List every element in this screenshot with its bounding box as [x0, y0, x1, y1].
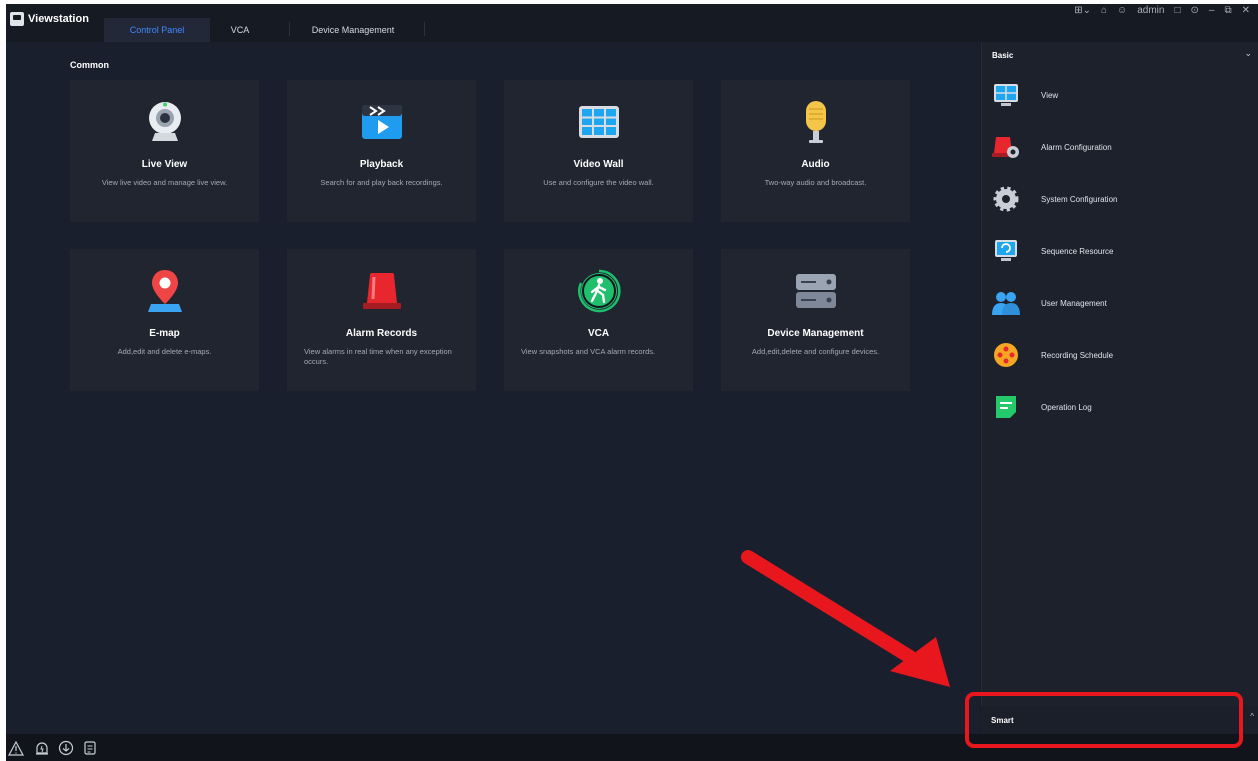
panel-item-label: View: [1041, 90, 1059, 100]
tab-device-management[interactable]: Device Management: [290, 18, 416, 42]
chevron-up-icon[interactable]: ^: [1250, 712, 1254, 721]
top-bar: Viewstation Control Panel VCA Device Man…: [6, 4, 1258, 42]
card-title: VCA: [587, 328, 610, 339]
card-description: Add,edit and delete e-maps.: [117, 347, 212, 356]
app-window: Viewstation Control Panel VCA Device Man…: [6, 4, 1258, 761]
download-icon[interactable]: [58, 740, 74, 756]
log-icon: [990, 391, 1022, 423]
panel-item-label: Operation Log: [1041, 402, 1092, 412]
sequence-icon: [990, 235, 1022, 267]
right-panel: Basic ⌄ View Alarm Configuration System …: [981, 42, 1258, 734]
card-audio[interactable]: Audio Two-way audio and broadcast.: [721, 80, 910, 222]
panel-item-recording-schedule[interactable]: Recording Schedule: [990, 338, 1250, 372]
monitor-icon: [990, 79, 1022, 111]
app-title: Viewstation: [28, 13, 89, 25]
chevron-down-icon[interactable]: ⌄: [1244, 48, 1252, 59]
card-title: Playback: [359, 159, 404, 170]
card-description: Search for and play back recordings.: [320, 178, 443, 187]
warning-icon[interactable]: [8, 740, 24, 756]
tab-control-panel[interactable]: Control Panel: [104, 18, 210, 42]
recording-schedule-icon: [990, 339, 1022, 371]
card-title: Device Management: [767, 328, 864, 339]
annotation-arrow: [741, 550, 950, 687]
restore-icon[interactable]: ⧉: [1224, 5, 1231, 16]
tab-divider: [424, 22, 425, 36]
card-description: View snapshots and VCA alarm records.: [521, 347, 656, 356]
card-title: Live View: [141, 159, 188, 170]
pedestrian-icon: [504, 269, 693, 313]
task-list-icon[interactable]: [82, 740, 98, 756]
window-controls: ⊞⌄ ⌂ ☺ admin □ ⊙ – ⧉ ✕: [1074, 4, 1250, 16]
alarm-config-icon: [990, 131, 1022, 163]
playback-icon: [287, 100, 476, 144]
card-title: Audio: [801, 159, 830, 170]
card-description: Add,edit,delete and configure devices.: [751, 347, 880, 356]
panel-item-label: Recording Schedule: [1041, 350, 1114, 360]
username[interactable]: admin: [1137, 5, 1164, 16]
users-icon: [990, 287, 1022, 319]
close-icon[interactable]: ✕: [1242, 5, 1250, 16]
map-pin-icon: [70, 269, 259, 313]
app-logo-icon: [10, 12, 24, 26]
card-video-wall[interactable]: Video Wall Use and configure the video w…: [504, 80, 693, 222]
layout-icon[interactable]: ⊞⌄: [1074, 5, 1091, 16]
video-wall-icon: [504, 100, 693, 144]
card-title: Video Wall: [573, 159, 624, 170]
card-live-view[interactable]: Live View View live video and manage liv…: [70, 80, 259, 222]
gear-icon: [990, 183, 1022, 215]
card-title: E-map: [149, 328, 180, 339]
user-icon[interactable]: ☺: [1117, 5, 1127, 16]
minimize-icon[interactable]: –: [1209, 5, 1215, 16]
panel-item-label: Sequence Resource: [1041, 246, 1114, 256]
section-title: Common: [70, 60, 109, 70]
panel-item-alarm-configuration[interactable]: Alarm Configuration: [990, 130, 1250, 164]
card-e-map[interactable]: E-map Add,edit and delete e-maps.: [70, 249, 259, 391]
panel-item-view[interactable]: View: [990, 78, 1250, 112]
card-description: View live video and manage live view.: [101, 178, 228, 187]
card-alarm-records[interactable]: Alarm Records View alarms in real time w…: [287, 249, 476, 391]
alarm-light-icon: [287, 269, 476, 313]
tab-vca[interactable]: VCA: [212, 18, 268, 42]
panel-item-label: System Configuration: [1041, 194, 1118, 204]
card-title: Alarm Records: [345, 328, 418, 339]
help-icon[interactable]: ⊙: [1191, 5, 1199, 16]
card-description: View alarms in real time when any except…: [304, 347, 452, 366]
panel-item-label: Alarm Configuration: [1041, 142, 1112, 152]
annotation-highlight-box: [965, 692, 1243, 748]
card-vca[interactable]: VCA View snapshots and VCA alarm records…: [504, 249, 693, 391]
panel-item-system-configuration[interactable]: System Configuration: [990, 182, 1250, 216]
panel-item-label: User Management: [1041, 298, 1107, 308]
shirt-icon[interactable]: ⌂: [1101, 5, 1107, 16]
lock-icon[interactable]: □: [1174, 5, 1180, 16]
card-description: Two-way audio and broadcast.: [764, 178, 867, 187]
camera-icon: [70, 100, 259, 144]
card-device-management[interactable]: Device Management Add,edit,delete and co…: [721, 249, 910, 391]
alarm-output-icon[interactable]: [34, 740, 50, 756]
panel-header-basic: Basic: [992, 51, 1014, 60]
microphone-icon: [721, 100, 910, 144]
panel-item-operation-log[interactable]: Operation Log: [990, 390, 1250, 424]
card-description: Use and configure the video wall.: [543, 178, 654, 187]
panel-item-sequence-resource[interactable]: Sequence Resource: [990, 234, 1250, 268]
server-icon: [721, 269, 910, 313]
panel-item-user-management[interactable]: User Management: [990, 286, 1250, 320]
card-playback[interactable]: Playback Search for and play back record…: [287, 80, 476, 222]
